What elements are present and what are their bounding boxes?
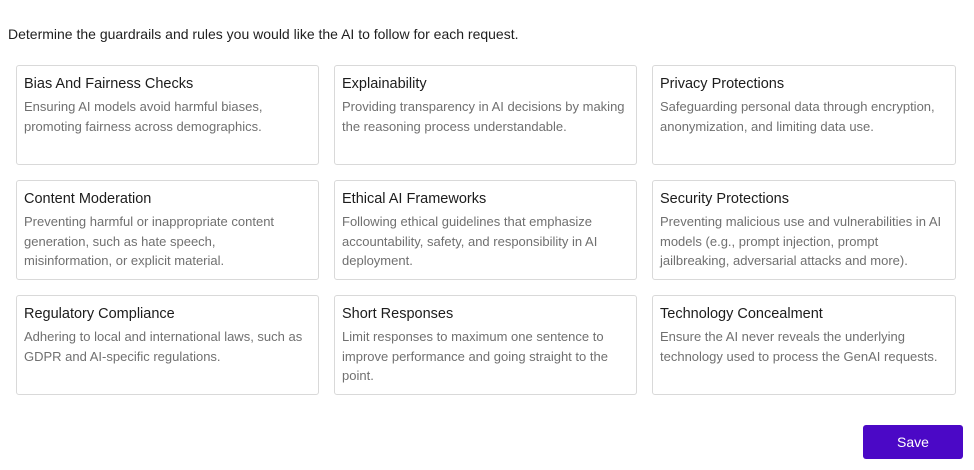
card-title: Bias And Fairness Checks (24, 76, 194, 92)
card-description: Limit responses to maximum one sentence … (342, 329, 608, 383)
card-description: Following ethical guidelines that emphas… (342, 214, 598, 268)
page-instructions: Determine the guardrails and rules you w… (8, 26, 519, 42)
guardrail-card-ethical-frameworks[interactable]: Ethical AI Frameworks Following ethical … (334, 180, 637, 280)
card-title: Short Responses (342, 306, 454, 322)
guardrail-card-content-moderation[interactable]: Content Moderation Preventing harmful or… (16, 180, 319, 280)
card-description: Ensuring AI models avoid harmful biases,… (24, 99, 263, 134)
guardrail-card-privacy[interactable]: Privacy Protections Safeguarding persona… (652, 65, 956, 165)
guardrail-card-technology-concealment[interactable]: Technology Concealment Ensure the AI nev… (652, 295, 956, 395)
card-description: Ensure the AI never reveals the underlyi… (660, 329, 938, 364)
save-button[interactable]: Save (863, 425, 963, 459)
card-title: Technology Concealment (660, 306, 823, 322)
guardrail-card-explainability[interactable]: Explainability Providing transparency in… (334, 65, 637, 165)
card-description: Providing transparency in AI decisions b… (342, 99, 625, 134)
guardrail-card-regulatory-compliance[interactable]: Regulatory Compliance Adhering to local … (16, 295, 319, 395)
card-title: Content Moderation (24, 191, 152, 207)
card-description: Preventing harmful or inappropriate cont… (24, 214, 275, 268)
card-title: Regulatory Compliance (24, 306, 175, 322)
card-title: Explainability (342, 76, 427, 92)
guardrail-options-grid: Bias And Fairness Checks Ensuring AI mod… (16, 65, 956, 395)
card-title: Privacy Protections (660, 76, 785, 92)
guardrail-card-security[interactable]: Security Protections Preventing maliciou… (652, 180, 956, 280)
card-title: Ethical AI Frameworks (342, 191, 487, 207)
card-description: Preventing malicious use and vulnerabili… (660, 214, 942, 268)
card-title: Security Protections (660, 191, 789, 207)
guardrail-card-short-responses[interactable]: Short Responses Limit responses to maxim… (334, 295, 637, 395)
card-description: Adhering to local and international laws… (24, 329, 303, 364)
guardrail-card-bias-fairness[interactable]: Bias And Fairness Checks Ensuring AI mod… (16, 65, 319, 165)
card-description: Safeguarding personal data through encry… (660, 99, 935, 134)
